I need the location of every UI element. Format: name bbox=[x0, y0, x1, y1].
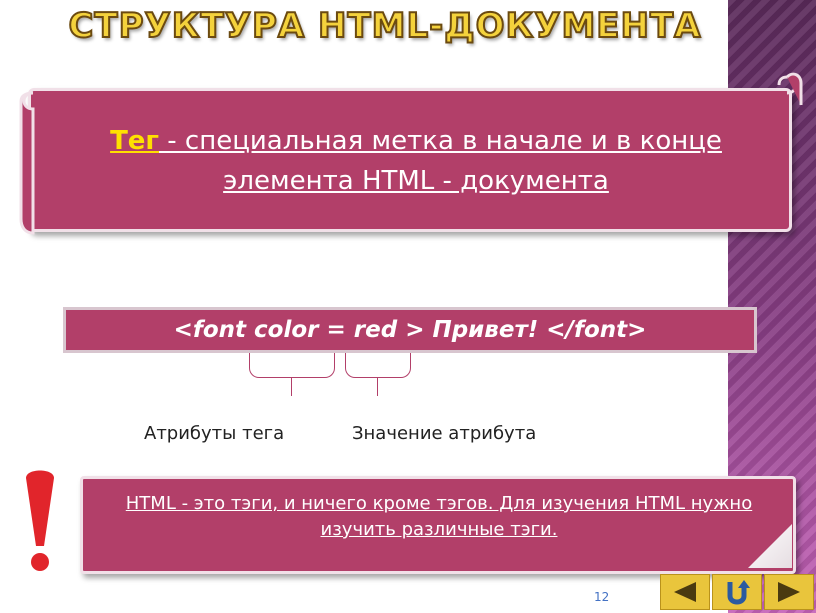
definition-line1: - специальная метка в начале и в конце bbox=[159, 126, 722, 156]
attribute-value-label: Значение атрибута bbox=[352, 423, 537, 444]
attribute-brace bbox=[249, 353, 335, 378]
return-button[interactable] bbox=[712, 574, 762, 610]
note-text: HTML - это тэги, и ничего кроме тэгов. Д… bbox=[125, 493, 753, 540]
return-icon bbox=[727, 580, 750, 605]
definition-line2: элемента HTML - документа bbox=[223, 166, 609, 196]
tag-attributes-label: Атрибуты тега bbox=[144, 423, 285, 444]
next-slide-button[interactable] bbox=[764, 574, 814, 610]
attribute-brace-tick bbox=[291, 378, 292, 396]
definition-scroll: Тег - специальная метка в начале и в кон… bbox=[19, 72, 803, 235]
exclamation-icon bbox=[26, 470, 54, 571]
arrow-right-icon bbox=[778, 582, 800, 602]
definition-text: Тег - специальная метка в начале и в кон… bbox=[71, 121, 761, 201]
value-brace bbox=[345, 353, 411, 378]
page-number: 12 bbox=[594, 590, 610, 604]
scroll-right-curl bbox=[777, 72, 803, 105]
scroll-left-curl bbox=[19, 91, 35, 235]
arrow-left-icon bbox=[674, 582, 696, 602]
prev-slide-button[interactable] bbox=[660, 574, 710, 610]
page-title: СТРУКТУРА HTML-ДОКУМЕНТА bbox=[67, 5, 702, 47]
note-box: HTML - это тэги, и ничего кроме тэгов. Д… bbox=[80, 476, 796, 574]
value-brace-tick bbox=[377, 378, 378, 396]
code-example: <font color = red > Привет! </font> bbox=[63, 307, 757, 353]
definition-term: Тег bbox=[110, 126, 160, 156]
